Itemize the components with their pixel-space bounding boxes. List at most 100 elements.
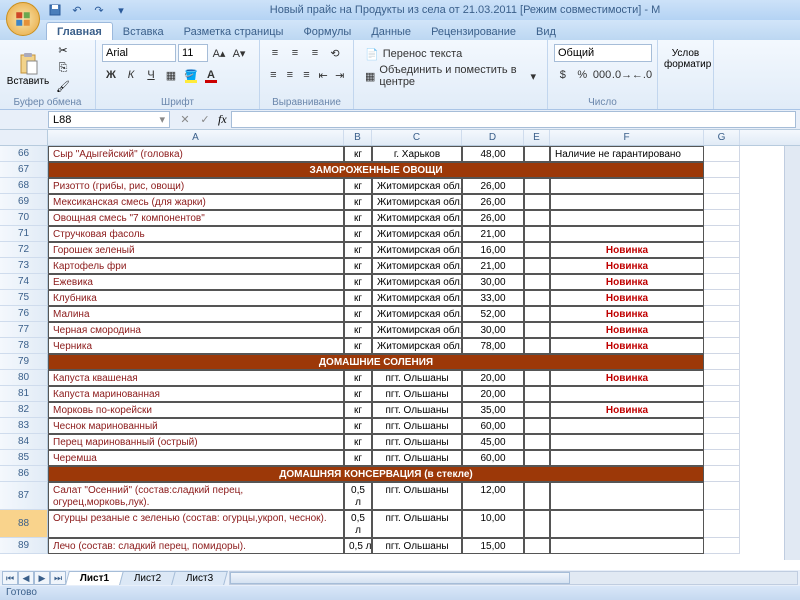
cell[interactable] [550, 194, 704, 210]
cell[interactable]: Новинка [550, 274, 704, 290]
name-box[interactable]: L88 ▾ [48, 111, 170, 128]
cell[interactable] [704, 370, 740, 386]
tab-nav-next-icon[interactable]: ▶ [34, 571, 50, 585]
horizontal-scrollbar[interactable] [229, 571, 798, 585]
grow-font-icon[interactable]: A▴ [210, 44, 228, 62]
cell[interactable]: Житомирская обл. [372, 226, 462, 242]
cell[interactable]: 16,00 [462, 242, 524, 258]
cell[interactable]: г. Харьков [372, 146, 462, 162]
cell[interactable] [704, 386, 740, 402]
cell[interactable] [550, 210, 704, 226]
cell[interactable]: Овощная смесь "7 компонентов" [48, 210, 344, 226]
align-center-icon[interactable]: ≡ [283, 66, 298, 84]
cell[interactable] [704, 146, 740, 162]
paste-button[interactable]: Вставить [6, 42, 50, 96]
cell[interactable] [550, 450, 704, 466]
cell[interactable]: Черемша [48, 450, 344, 466]
cell[interactable]: кг [344, 226, 372, 242]
copy-icon[interactable]: ⎘ [54, 60, 72, 76]
cell[interactable]: Новинка [550, 322, 704, 338]
row-header[interactable]: 66 [0, 146, 48, 162]
cell[interactable]: кг [344, 210, 372, 226]
cell[interactable]: пгт. Ольшаны [372, 434, 462, 450]
cell[interactable] [704, 538, 740, 554]
cell[interactable]: 60,00 [462, 418, 524, 434]
cell[interactable]: кг [344, 194, 372, 210]
row-header[interactable]: 75 [0, 290, 48, 306]
cell[interactable] [704, 258, 740, 274]
row-header[interactable]: 84 [0, 434, 48, 450]
shrink-font-icon[interactable]: A▾ [230, 44, 248, 62]
section-header[interactable]: ДОМАШНИЕ СОЛЕНИЯ [48, 354, 704, 370]
col-header-G[interactable]: G [704, 130, 740, 145]
cell[interactable] [524, 370, 550, 386]
cell[interactable]: Черника [48, 338, 344, 354]
vertical-scrollbar[interactable] [784, 146, 800, 560]
col-header-F[interactable]: F [550, 130, 704, 145]
cell[interactable]: кг [344, 370, 372, 386]
cell[interactable] [704, 306, 740, 322]
row-header[interactable]: 76 [0, 306, 48, 322]
cell[interactable]: Новинка [550, 258, 704, 274]
redo-icon[interactable]: ↷ [90, 2, 108, 18]
cell[interactable]: пгт. Ольшаны [372, 538, 462, 554]
cell[interactable] [524, 242, 550, 258]
cell[interactable]: Стручковая фасоль [48, 226, 344, 242]
format-painter-icon[interactable]: 🖌 [54, 78, 72, 94]
cell[interactable] [524, 434, 550, 450]
cell[interactable] [704, 354, 740, 370]
sheet-tab[interactable]: Лист2 [119, 571, 176, 585]
section-header[interactable]: ДОМАШНЯЯ КОНСЕРВАЦИЯ (в стекле) [48, 466, 704, 482]
scroll-thumb[interactable] [230, 572, 570, 584]
cell[interactable] [524, 274, 550, 290]
cell[interactable] [524, 338, 550, 354]
cell[interactable]: кг [344, 402, 372, 418]
cell[interactable]: 10,00 [462, 510, 524, 538]
cell[interactable]: Житомирская обл. [372, 306, 462, 322]
cell[interactable]: кг [344, 178, 372, 194]
cell[interactable]: Ежевика [48, 274, 344, 290]
cell[interactable]: Чеснок маринованный [48, 418, 344, 434]
cells-grid[interactable]: Сыр "Адыгейский" (головка)кгг. Харьков48… [48, 146, 740, 554]
row-header[interactable]: 82 [0, 402, 48, 418]
cell[interactable]: 52,00 [462, 306, 524, 322]
save-icon[interactable] [46, 2, 64, 18]
cell[interactable]: 26,00 [462, 178, 524, 194]
ribbon-tab-2[interactable]: Разметка страницы [174, 23, 294, 40]
cell[interactable]: Житомирская обл. [372, 194, 462, 210]
cell[interactable]: кг [344, 450, 372, 466]
cell[interactable]: 15,00 [462, 538, 524, 554]
col-header-C[interactable]: C [372, 130, 462, 145]
ribbon-tab-5[interactable]: Рецензирование [421, 23, 526, 40]
cell[interactable] [550, 418, 704, 434]
cell[interactable] [524, 290, 550, 306]
fx-icon[interactable]: fx [218, 112, 227, 127]
fill-color-icon[interactable]: 🪣 [182, 66, 200, 84]
cell[interactable]: кг [344, 322, 372, 338]
cell[interactable] [550, 510, 704, 538]
cell[interactable]: Новинка [550, 370, 704, 386]
tab-nav-first-icon[interactable]: ⏮ [2, 571, 18, 585]
sheet-tab[interactable]: Лист1 [65, 571, 124, 585]
ribbon-tab-4[interactable]: Данные [361, 23, 421, 40]
cell[interactable] [704, 210, 740, 226]
cell[interactable]: Житомирская обл. [372, 338, 462, 354]
cell[interactable]: 26,00 [462, 194, 524, 210]
cell[interactable]: Житомирская обл. [372, 322, 462, 338]
cell[interactable]: 0,5 л [344, 538, 372, 554]
row-header[interactable]: 67 [0, 162, 48, 178]
cell[interactable]: 20,00 [462, 386, 524, 402]
row-header[interactable]: 86 [0, 466, 48, 482]
cell[interactable]: Наличие не гарантировано [550, 146, 704, 162]
cell[interactable]: Горошек зеленый [48, 242, 344, 258]
cell[interactable]: Клубника [48, 290, 344, 306]
increase-decimal-icon[interactable]: .0→ [613, 66, 631, 84]
cell[interactable]: 0,5 л [344, 482, 372, 510]
cell[interactable] [704, 226, 740, 242]
cell[interactable]: Салат "Осенний" (состав:сладкий перец, о… [48, 482, 344, 510]
row-header[interactable]: 81 [0, 386, 48, 402]
row-header[interactable]: 68 [0, 178, 48, 194]
cell[interactable]: Картофель фри [48, 258, 344, 274]
cell[interactable]: кг [344, 242, 372, 258]
align-left-icon[interactable]: ≡ [266, 66, 281, 84]
